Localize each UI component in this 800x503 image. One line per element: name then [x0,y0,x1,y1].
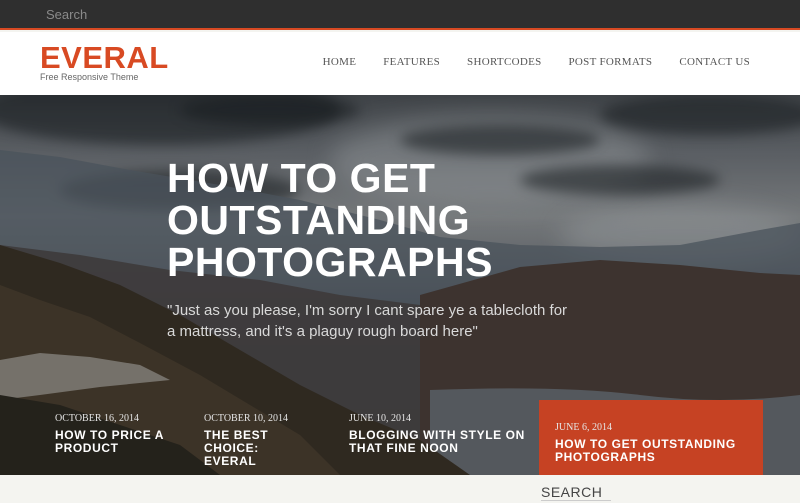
post-date: OCTOBER 10, 2014 [204,413,288,424]
nav-post-formats[interactable]: POST FORMATS [569,56,653,68]
nav-features[interactable]: FEATURES [383,56,440,68]
nav-home[interactable]: HOME [323,56,357,68]
post-title[interactable]: HOW TO GET OUTSTANDING PHOTOGRAPHS [555,438,747,464]
hero-quote: "Just as you please, I'm sorry I cant sp… [167,302,568,340]
post-date: JUNE 10, 2014 [349,413,411,424]
search-input[interactable] [46,7,246,22]
post-title[interactable]: THE BEST CHOICE: EVERAL [204,429,314,468]
site-logo[interactable]: EVERAL [40,40,169,76]
nav-contact-us[interactable]: CONTACT US [679,56,750,68]
slider-post[interactable]: OCTOBER 16, 2014 HOW TO PRICE A PRODUCT [55,413,185,455]
hero-slider: HOW TO GET OUTSTANDING PHOTOGRAPHS "Just… [0,95,800,475]
post-title[interactable]: BLOGGING WITH STYLE ON THAT FINE NOON [349,429,529,455]
site-tagline: Free Responsive Theme [40,72,139,82]
hero-title[interactable]: HOW TO GET OUTSTANDING PHOTOGRAPHS [167,157,587,283]
post-title[interactable]: HOW TO PRICE A PRODUCT [55,429,185,455]
site-header: EVERAL Free Responsive Theme HOME FEATUR… [0,32,800,95]
main-nav: HOME FEATURES SHORTCODES POST FORMATS CO… [323,56,750,68]
nav-shortcodes[interactable]: SHORTCODES [467,56,541,68]
sidebar-search-heading: SEARCH [541,484,611,501]
slider-post-active[interactable]: JUNE 6, 2014 HOW TO GET OUTSTANDING PHOT… [539,400,763,475]
top-bar [0,0,800,30]
post-date: JUNE 6, 2014 [555,422,612,433]
slider-post[interactable]: OCTOBER 10, 2014 THE BEST CHOICE: EVERAL [204,413,314,468]
content-area: SEARCH [0,475,800,503]
slider-post[interactable]: JUNE 10, 2014 BLOGGING WITH STYLE ON THA… [349,413,529,455]
post-date: OCTOBER 16, 2014 [55,413,139,424]
